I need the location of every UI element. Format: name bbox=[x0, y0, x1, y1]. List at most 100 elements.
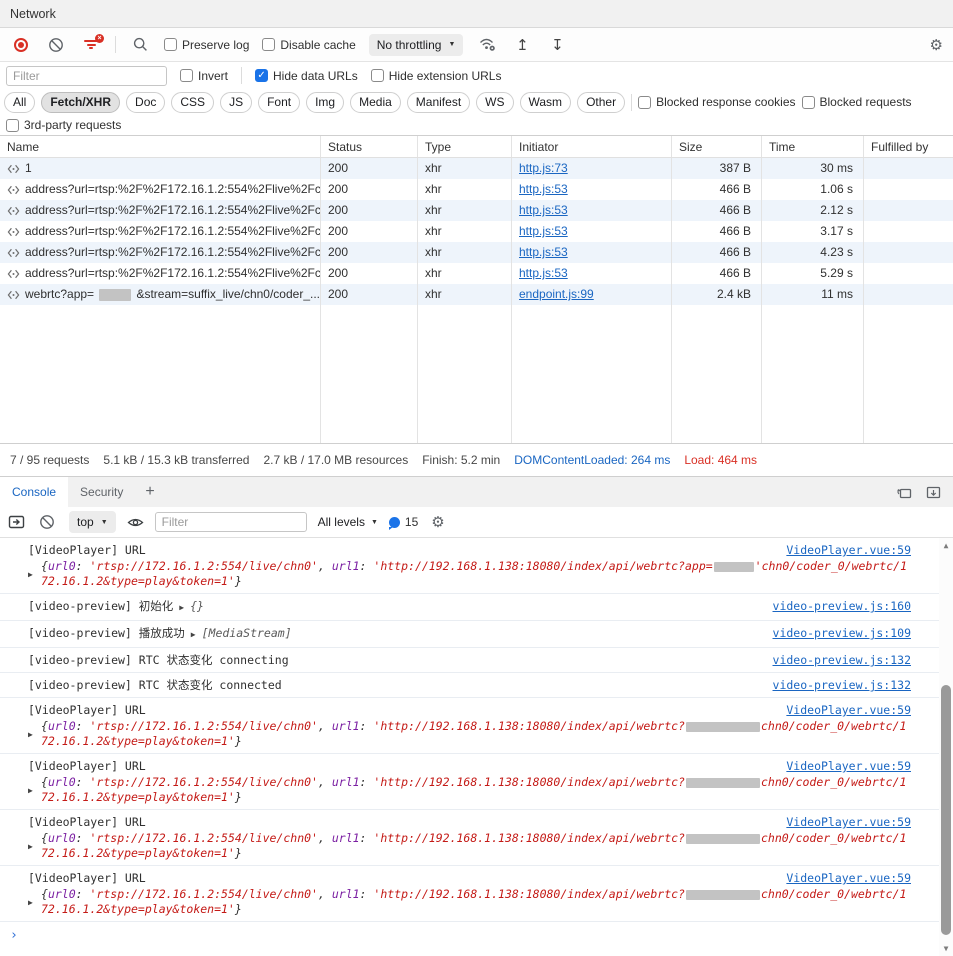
column-header-type[interactable]: Type bbox=[418, 136, 512, 157]
initiator-link[interactable]: http.js:53 bbox=[519, 203, 568, 217]
column-header-initiator[interactable]: Initiator bbox=[512, 136, 672, 157]
console-message[interactable]: [video-preview] RTC 状态变化 connectedvideo-… bbox=[0, 673, 939, 698]
context-selector[interactable]: top ▼ bbox=[69, 511, 116, 533]
table-row[interactable]: address?url=rtsp:%2F%2F172.16.1.2:554%2F… bbox=[0, 200, 953, 221]
expand-triangle-icon[interactable]: ▶ bbox=[28, 730, 41, 739]
console-message[interactable]: [VideoPlayer] URL▶{url0: 'rtsp://172.16.… bbox=[0, 538, 939, 594]
hide-extension-urls-checkbox[interactable] bbox=[371, 69, 384, 82]
dock-icon[interactable] bbox=[896, 486, 912, 499]
initiator-link[interactable]: endpoint.js:99 bbox=[519, 287, 594, 301]
scroll-up-icon[interactable]: ▲ bbox=[939, 541, 953, 550]
filter-chip-font[interactable]: Font bbox=[258, 92, 300, 113]
hide-data-urls-checkbox[interactable]: ✓ bbox=[255, 69, 268, 82]
disable-cache-control[interactable]: Disable cache bbox=[262, 38, 355, 52]
filter-chip-all[interactable]: All bbox=[4, 92, 35, 113]
scroll-down-icon[interactable]: ▼ bbox=[939, 944, 953, 953]
tab-console[interactable]: Console bbox=[0, 477, 68, 507]
expand-drawer-icon[interactable] bbox=[926, 486, 941, 499]
source-link[interactable]: video-preview.js:132 bbox=[773, 652, 911, 668]
add-drawer-tab-button[interactable]: + bbox=[135, 477, 164, 507]
source-link[interactable]: VideoPlayer.vue:59 bbox=[786, 814, 911, 830]
third-party-control[interactable]: 3rd-party requests bbox=[6, 118, 121, 132]
column-header-fulfilled-by[interactable]: Fulfilled by bbox=[864, 136, 953, 157]
clear-console-button[interactable] bbox=[36, 511, 58, 533]
table-row[interactable]: address?url=rtsp:%2F%2F172.16.1.2:554%2F… bbox=[0, 221, 953, 242]
initiator-link[interactable]: http.js:53 bbox=[519, 224, 568, 238]
log-levels-dropdown[interactable]: All levels ▼ bbox=[318, 515, 378, 529]
expand-triangle-icon[interactable]: ▶ bbox=[28, 570, 41, 579]
filter-chip-js[interactable]: JS bbox=[220, 92, 252, 113]
throttling-dropdown[interactable]: No throttling ▼ bbox=[369, 34, 464, 56]
export-har-button[interactable]: ↧ bbox=[546, 34, 568, 56]
source-link[interactable]: VideoPlayer.vue:59 bbox=[786, 870, 911, 886]
network-conditions-button[interactable] bbox=[476, 34, 498, 56]
blocked-response-cookies-checkbox[interactable] bbox=[638, 96, 651, 109]
expand-triangle-icon[interactable]: ▶ bbox=[179, 603, 184, 612]
expand-triangle-icon[interactable]: ▶ bbox=[28, 842, 41, 851]
console-message[interactable]: [VideoPlayer] URL▶{url0: 'rtsp://172.16.… bbox=[0, 698, 939, 754]
source-link[interactable]: video-preview.js:160 bbox=[773, 598, 911, 614]
preserve-log-control[interactable]: Preserve log bbox=[164, 38, 249, 52]
filter-toggle-button[interactable]: × bbox=[80, 34, 102, 56]
initiator-link[interactable]: http.js:53 bbox=[519, 266, 568, 280]
console-message[interactable]: [VideoPlayer] URL▶{url0: 'rtsp://172.16.… bbox=[0, 754, 939, 810]
source-link[interactable]: VideoPlayer.vue:59 bbox=[786, 542, 911, 558]
search-button[interactable] bbox=[129, 34, 151, 56]
source-link[interactable]: video-preview.js:109 bbox=[773, 625, 911, 641]
record-button[interactable] bbox=[10, 34, 32, 56]
initiator-link[interactable]: http.js:53 bbox=[519, 245, 568, 259]
column-header-name[interactable]: Name bbox=[0, 136, 321, 157]
filter-chip-img[interactable]: Img bbox=[306, 92, 344, 113]
third-party-checkbox[interactable] bbox=[6, 119, 19, 132]
initiator-link[interactable]: http.js:53 bbox=[519, 182, 568, 196]
filter-chip-other[interactable]: Other bbox=[577, 92, 625, 113]
table-row[interactable]: address?url=rtsp:%2F%2F172.16.1.2:554%2F… bbox=[0, 179, 953, 200]
blocked-requests-control[interactable]: Blocked requests bbox=[802, 95, 912, 109]
column-header-status[interactable]: Status bbox=[321, 136, 418, 157]
console-prompt[interactable]: › bbox=[0, 922, 953, 949]
inspect-frame-icon[interactable] bbox=[8, 515, 25, 529]
message-count[interactable]: 15 bbox=[389, 515, 418, 529]
filter-chip-css[interactable]: CSS bbox=[171, 92, 214, 113]
expand-triangle-icon[interactable]: ▶ bbox=[191, 630, 196, 639]
network-filter-input[interactable] bbox=[6, 66, 167, 86]
table-row[interactable]: address?url=rtsp:%2F%2F172.16.1.2:554%2F… bbox=[0, 242, 953, 263]
source-link[interactable]: video-preview.js:132 bbox=[773, 677, 911, 693]
disable-cache-checkbox[interactable] bbox=[262, 38, 275, 51]
live-expression-eye-icon[interactable] bbox=[127, 516, 144, 529]
hide-extension-urls-control[interactable]: Hide extension URLs bbox=[371, 69, 502, 83]
column-header-time[interactable]: Time bbox=[762, 136, 864, 157]
clear-network-button[interactable] bbox=[45, 34, 67, 56]
console-message[interactable]: [VideoPlayer] URL▶{url0: 'rtsp://172.16.… bbox=[0, 866, 939, 922]
import-har-button[interactable]: ↥ bbox=[511, 34, 533, 56]
blocked-requests-checkbox[interactable] bbox=[802, 96, 815, 109]
initiator-link[interactable]: http.js:73 bbox=[519, 161, 568, 175]
column-header-size[interactable]: Size bbox=[672, 136, 762, 157]
console-message[interactable]: [video-preview] 播放成功▶[MediaStream]video-… bbox=[0, 621, 939, 648]
blocked-response-cookies-control[interactable]: Blocked response cookies bbox=[638, 95, 795, 109]
tab-security[interactable]: Security bbox=[68, 477, 135, 507]
console-message[interactable]: [VideoPlayer] URL▶{url0: 'rtsp://172.16.… bbox=[0, 810, 939, 866]
console-message[interactable]: [video-preview] RTC 状态变化 connectingvideo… bbox=[0, 648, 939, 673]
filter-chip-ws[interactable]: WS bbox=[476, 92, 513, 113]
console-scrollbar[interactable]: ▲ ▼ bbox=[939, 538, 953, 956]
filter-chip-doc[interactable]: Doc bbox=[126, 92, 165, 113]
preserve-log-checkbox[interactable] bbox=[164, 38, 177, 51]
source-link[interactable]: VideoPlayer.vue:59 bbox=[786, 758, 911, 774]
scrollbar-thumb[interactable] bbox=[941, 685, 951, 935]
table-row[interactable]: 1200xhrhttp.js:73387 B30 ms bbox=[0, 158, 953, 179]
console-filter-input[interactable] bbox=[155, 512, 307, 532]
filter-chip-fetch-xhr[interactable]: Fetch/XHR bbox=[41, 92, 120, 113]
source-link[interactable]: VideoPlayer.vue:59 bbox=[786, 702, 911, 718]
hide-data-urls-control[interactable]: ✓ Hide data URLs bbox=[255, 69, 358, 83]
invert-checkbox[interactable] bbox=[180, 69, 193, 82]
table-row[interactable]: address?url=rtsp:%2F%2F172.16.1.2:554%2F… bbox=[0, 263, 953, 284]
filter-chip-manifest[interactable]: Manifest bbox=[407, 92, 470, 113]
console-settings-gear-icon[interactable]: ⚙ bbox=[431, 513, 444, 531]
expand-triangle-icon[interactable]: ▶ bbox=[28, 786, 41, 795]
expand-triangle-icon[interactable]: ▶ bbox=[28, 898, 41, 907]
filter-chip-media[interactable]: Media bbox=[350, 92, 401, 113]
table-row[interactable]: webrtc?app=&stream=suffix_live/chn0/code… bbox=[0, 284, 953, 305]
invert-control[interactable]: Invert bbox=[180, 69, 228, 83]
network-settings-gear-icon[interactable]: ⚙ bbox=[930, 36, 943, 54]
